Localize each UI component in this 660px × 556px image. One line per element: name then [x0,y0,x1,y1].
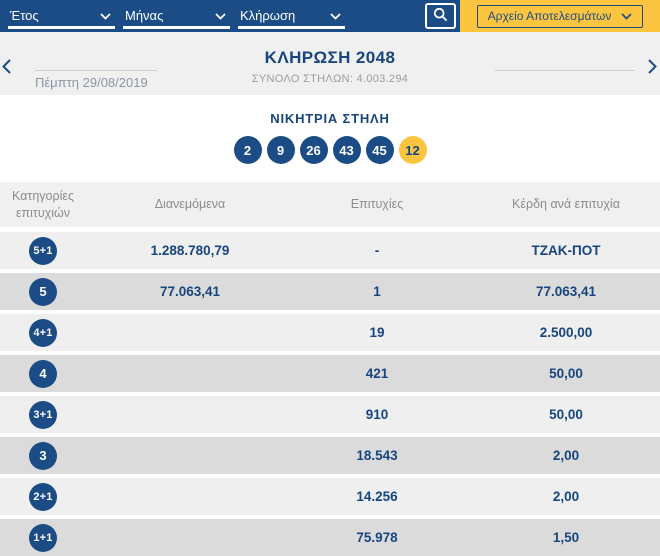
category-badge: 5+1 [29,236,57,265]
category-badge: 3+1 [29,400,57,429]
header-prize-per-win: Κέρδη ανά επιτυχία [512,197,620,212]
draw-title: ΚΛΗΡΩΣΗ 2048 [264,48,396,67]
wins-cell: 19 [369,325,385,340]
header-distributed: Διανεμόμενα [154,197,226,212]
category-cell: 3+1 [0,400,86,429]
category-cell: 5+1 [0,236,86,265]
category-cell: 3 [0,441,86,470]
table-row: 4+1 19 2.500,00 [0,314,660,351]
month-dropdown-label: Μήνας [125,7,164,23]
table-row: 1+1 75.978 1,50 [0,519,660,556]
table-row: 5+1 1.288.780,79 - ΤΖΑΚ-ΠΟΤ [0,232,660,269]
table-row: 4 421 50,00 [0,355,660,392]
winning-column-section: ΝΙΚΗΤΡΙΑ ΣΤΗΛΗ 2 9 26 43 45 12 [0,95,660,182]
wins-cell: 421 [365,366,389,381]
header-wins: Επιτυχίες [350,197,404,212]
search-button[interactable] [425,3,456,29]
category-badge: 1+1 [29,523,57,552]
month-dropdown[interactable]: Μήνας [123,4,230,29]
prize-cell: 2,00 [552,489,580,504]
winning-number-ball: 9 [266,136,295,164]
category-cell: 4 [0,359,86,388]
prize-cell: 2,00 [552,448,580,463]
winning-numbers: 2 9 26 43 45 12 [0,136,660,164]
wins-cell: 75.978 [356,530,398,545]
table-body: 5+1 1.288.780,79 - ΤΖΑΚ-ΠΟΤ 5 77.063,41 … [0,232,660,556]
draw-title-block: ΚΛΗΡΩΣΗ 2048 ΣΥΝΟΛΟ ΣΤΗΛΩΝ: 4.003.294 [0,48,660,85]
category-badge: 4+1 [29,318,57,347]
category-cell: 4+1 [0,318,86,347]
category-badge: 2+1 [29,482,57,511]
draw-dropdown-label: Κλήρωση [240,7,296,23]
wins-cell: 1 [373,284,381,299]
wins-cell: - [374,243,380,258]
chevron-down-icon [621,9,632,23]
category-badge: 4 [29,359,57,388]
wins-cell: 18.543 [356,448,398,463]
chevron-right-icon [648,59,657,77]
winning-number-ball: 43 [332,136,361,164]
prize-cell: ΤΖΑΚ-ΠΟΤ [531,243,601,258]
prize-cell: 50,00 [549,366,583,381]
wins-cell: 14.256 [356,489,398,504]
joker-number-ball: 12 [398,136,427,164]
winning-column-label: ΝΙΚΗΤΡΙΑ ΣΤΗΛΗ [270,111,390,126]
prize-cell: 1,50 [552,530,580,545]
search-icon [433,7,448,25]
distributed-cell: 1.288.780,79 [150,243,230,258]
table-row: 2+1 14.256 2,00 [0,478,660,515]
prize-cell: 2.500,00 [539,325,593,340]
category-badge: 5 [29,277,57,306]
results-table: Κατηγορίες επιτυχιών Διανεμόμενα Επιτυχί… [0,182,660,556]
distributed-cell: 77.063,41 [159,284,221,299]
year-dropdown[interactable]: Έτος [8,4,115,29]
category-cell: 2+1 [0,482,86,511]
chevron-down-icon [100,8,111,23]
filter-bar: Έτος Μήνας Κλήρωση Αρχείο Αποτελεσμάτων [0,0,660,32]
category-cell: 5 [0,277,86,306]
category-cell: 1+1 [0,523,86,552]
draw-dropdown[interactable]: Κλήρωση [238,4,345,29]
next-draw-arrow[interactable] [648,59,657,77]
draw-header: Πέμπτη 29/08/2019 ΚΛΗΡΩΣΗ 2048 ΣΥΝΟΛΟ ΣΤ… [0,32,660,95]
table-row: 5 77.063,41 1 77.063,41 [0,273,660,310]
category-badge: 3 [29,441,57,470]
results-archive-button[interactable]: Αρχείο Αποτελεσμάτων [476,4,644,28]
wins-cell: 910 [365,407,389,422]
archive-area: Αρχείο Αποτελεσμάτων [460,0,660,32]
prize-cell: 77.063,41 [535,284,597,299]
total-columns: ΣΥΝΟΛΟ ΣΤΗΛΩΝ: 4.003.294 [251,73,409,85]
header-categories: Κατηγορίες επιτυχιών [12,188,74,220]
divider-line [495,70,635,71]
results-archive-label: Αρχείο Αποτελεσμάτων [487,9,612,23]
prize-cell: 50,00 [549,407,583,422]
chevron-down-icon [215,8,226,23]
winning-number-ball: 2 [233,136,262,164]
year-dropdown-label: Έτος [10,7,39,23]
winning-number-ball: 45 [365,136,394,164]
table-header-row: Κατηγορίες επιτυχιών Διανεμόμενα Επιτυχί… [0,182,660,227]
table-row: 3+1 910 50,00 [0,396,660,433]
chevron-down-icon [330,8,341,23]
winning-number-ball: 26 [299,136,328,164]
table-row: 3 18.543 2,00 [0,437,660,474]
